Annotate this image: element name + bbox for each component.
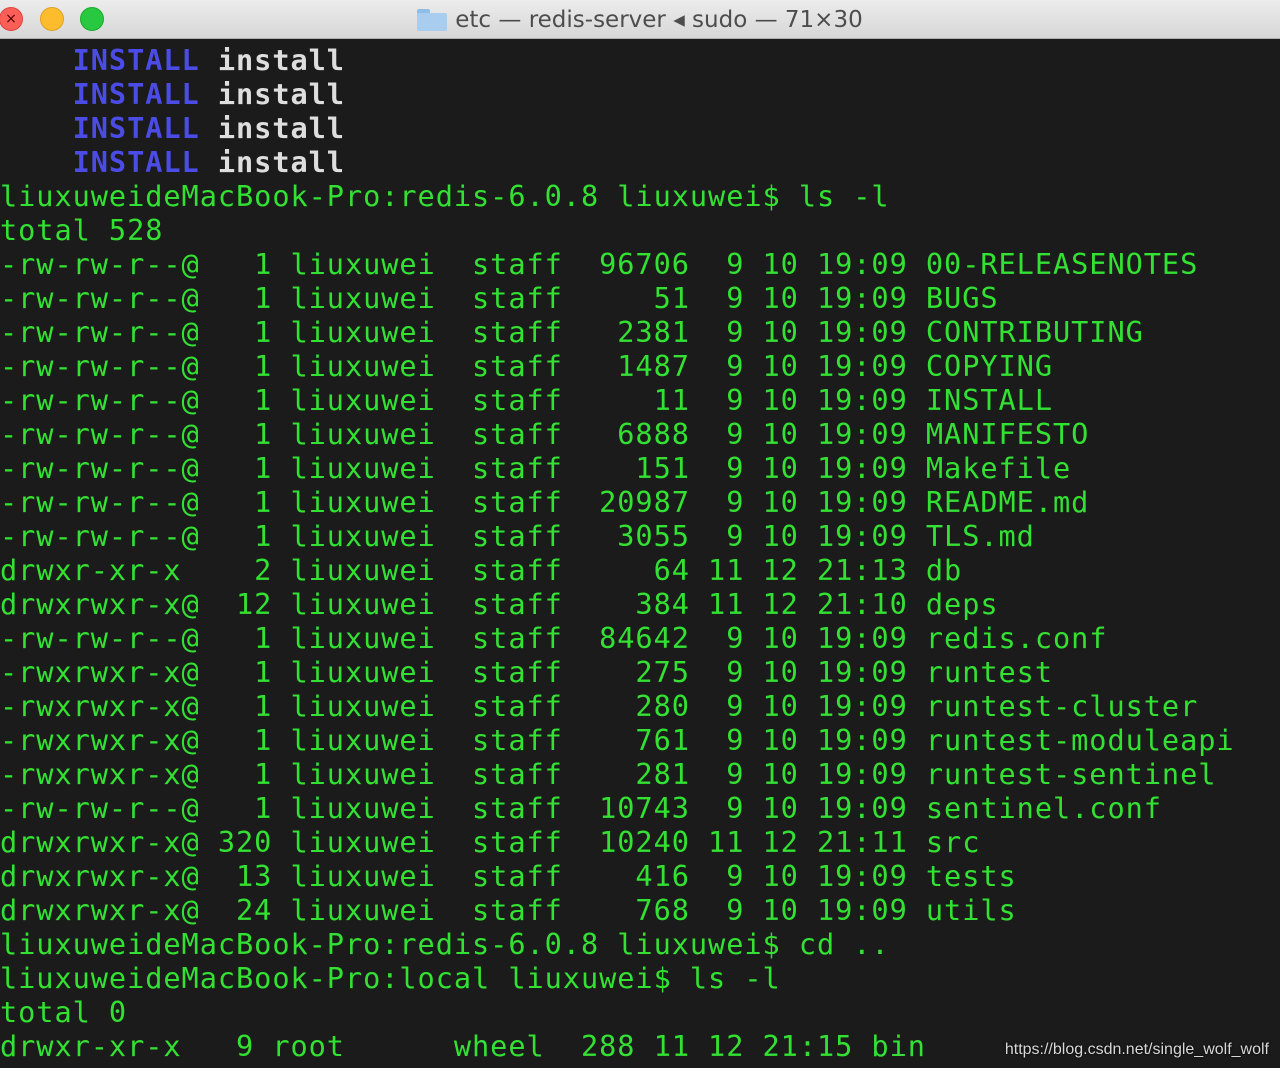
terminal-line: -rw-rw-r--@ 1 liuxuwei staff 3055 9 10 1… <box>0 519 1035 553</box>
terminal-line: INSTALL install <box>0 43 345 77</box>
terminal-line: -rw-rw-r--@ 1 liuxuwei staff 84642 9 10 … <box>0 621 1108 655</box>
terminal-line: liuxuweideMacBook-Pro:redis-6.0.8 liuxuw… <box>0 927 890 961</box>
terminal-line: -rwxrwxr-x@ 1 liuxuwei staff 275 9 10 19… <box>0 655 1053 689</box>
terminal-line: -rw-rw-r--@ 1 liuxuwei staff 96706 9 10 … <box>0 247 1199 281</box>
install-argument: install <box>217 77 345 111</box>
terminal-line: drwxr-xr-x 2 liuxuwei staff 64 11 12 21:… <box>0 553 963 587</box>
window-title-text: etc — redis-server ◂ sudo — 71×30 <box>455 6 863 33</box>
terminal-line: total 528 <box>0 213 164 247</box>
terminal-line: -rw-rw-r--@ 1 liuxuwei staff 10743 9 10 … <box>0 791 1162 825</box>
install-keyword: INSTALL <box>72 77 200 111</box>
title-bar[interactable]: × etc — redis-server ◂ sudo — 71×30 <box>0 0 1280 39</box>
terminal-line: -rw-rw-r--@ 1 liuxuwei staff 2381 9 10 1… <box>0 315 1144 349</box>
install-keyword: INSTALL <box>72 111 200 145</box>
terminal-line: drwxrwxr-x@ 24 liuxuwei staff 768 9 10 1… <box>0 893 1017 927</box>
terminal-line: -rw-rw-r--@ 1 liuxuwei staff 151 9 10 19… <box>0 451 1072 485</box>
install-keyword: INSTALL <box>72 145 200 179</box>
folder-icon <box>417 8 448 31</box>
install-argument: install <box>217 43 345 77</box>
terminal-line: -rw-rw-r--@ 1 liuxuwei staff 1487 9 10 1… <box>0 349 1053 383</box>
terminal-line: -rw-rw-r--@ 1 liuxuwei staff 20987 9 10 … <box>0 485 1090 519</box>
install-keyword: INSTALL <box>72 43 200 77</box>
terminal-line: -rw-rw-r--@ 1 liuxuwei staff 51 9 10 19:… <box>0 281 999 315</box>
line-separator <box>200 145 218 179</box>
terminal-line: INSTALL install <box>0 77 345 111</box>
terminal-line: liuxuweideMacBook-Pro:local liuxuwei$ ls… <box>0 961 781 995</box>
terminal-line: -rw-rw-r--@ 1 liuxuwei staff 6888 9 10 1… <box>0 417 1090 451</box>
terminal-line: INSTALL install <box>0 111 345 145</box>
install-argument: install <box>217 111 345 145</box>
terminal-line: -rwxrwxr-x@ 1 liuxuwei staff 761 9 10 19… <box>0 723 1235 757</box>
terminal-line: total 0 <box>0 995 128 1029</box>
install-argument: install <box>217 145 345 179</box>
terminal-line: drwxrwxr-x@ 320 liuxuwei staff 10240 11 … <box>0 825 981 859</box>
terminal-line: drwxr-xr-x 9 root wheel 288 11 12 21:15 … <box>0 1029 926 1063</box>
terminal-line: INSTALL install <box>0 145 345 179</box>
terminal-output[interactable]: INSTALL install INSTALL install INSTALL … <box>0 40 1280 1068</box>
line-separator <box>200 43 218 77</box>
window-title: etc — redis-server ◂ sudo — 71×30 <box>0 0 1280 39</box>
terminal-line: -rw-rw-r--@ 1 liuxuwei staff 11 9 10 19:… <box>0 383 1053 417</box>
line-separator <box>200 77 218 111</box>
terminal-line: -rwxrwxr-x@ 1 liuxuwei staff 280 9 10 19… <box>0 689 1199 723</box>
terminal-line: liuxuweideMacBook-Pro:redis-6.0.8 liuxuw… <box>0 179 890 213</box>
terminal-window: × etc — redis-server ◂ sudo — 71×30 INST… <box>0 0 1280 1068</box>
line-separator <box>200 111 218 145</box>
terminal-line: drwxrwxr-x@ 12 liuxuwei staff 384 11 12 … <box>0 587 999 621</box>
terminal-line: -rwxrwxr-x@ 1 liuxuwei staff 281 9 10 19… <box>0 757 1217 791</box>
terminal-line: drwxrwxr-x@ 13 liuxuwei staff 416 9 10 1… <box>0 859 1017 893</box>
watermark: https://blog.csdn.net/single_wolf_wolf <box>1004 1041 1269 1058</box>
